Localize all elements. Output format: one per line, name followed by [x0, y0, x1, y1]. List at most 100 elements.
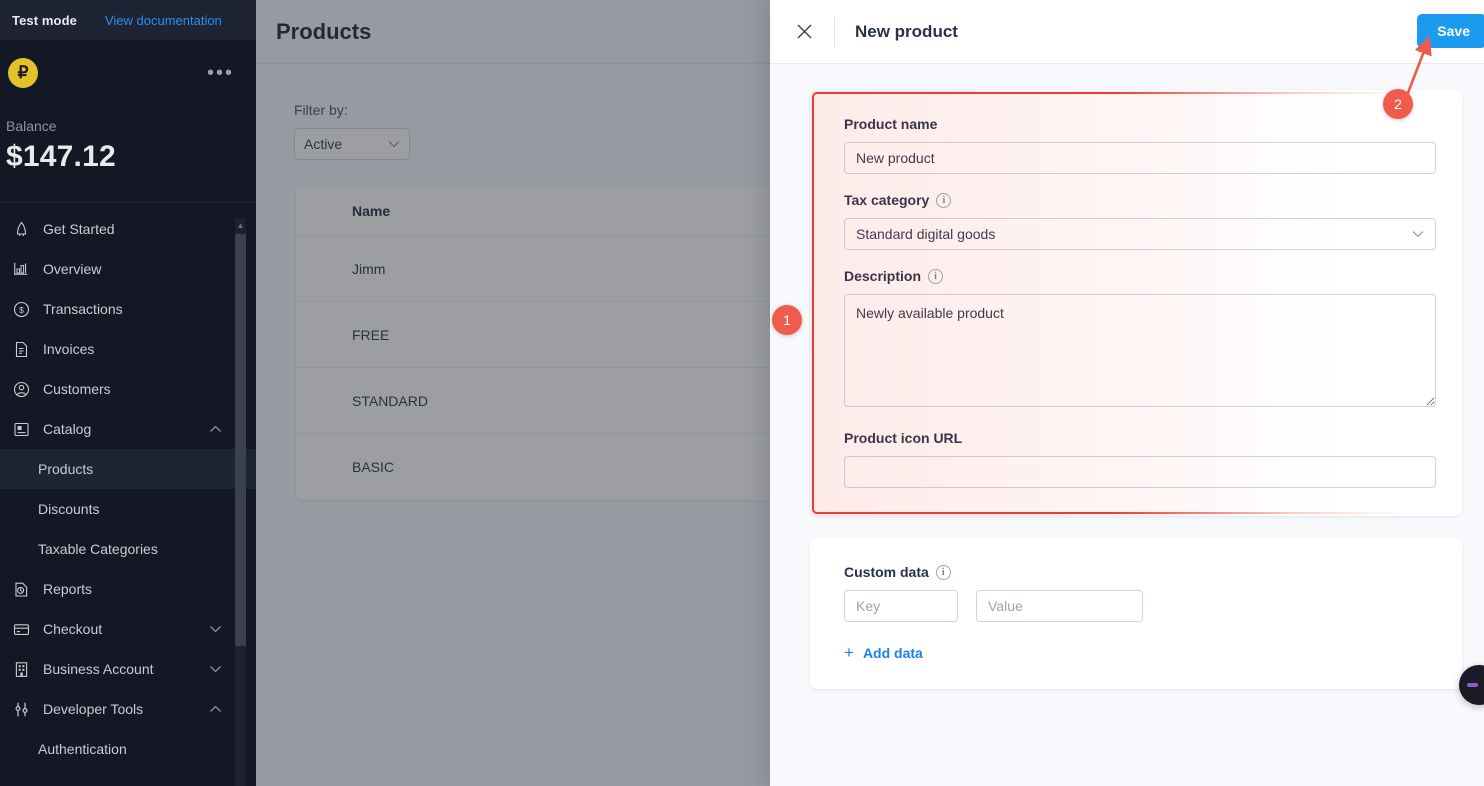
- custom-data-label-row: Custom data i: [844, 564, 1436, 580]
- sidebar-item-reports[interactable]: Reports: [0, 569, 256, 609]
- sidebar-item-discounts[interactable]: Discounts: [0, 489, 256, 529]
- filter-select[interactable]: Active: [294, 128, 410, 160]
- sidebar-item-invoices[interactable]: Invoices: [0, 329, 256, 369]
- cell-name: Jimm: [352, 261, 385, 277]
- sidebar-item-label: Overview: [43, 261, 256, 277]
- description-field: Description i: [844, 268, 1436, 412]
- balance-amount: $147.12: [6, 140, 256, 174]
- sidebar: Test mode View documentation ₽ ••• Balan…: [0, 0, 256, 786]
- sidebar-item-label: Reports: [43, 581, 256, 597]
- plus-icon: +: [844, 644, 854, 661]
- sidebar-item-label: Checkout: [43, 621, 196, 637]
- custom-data-title: Custom data: [844, 564, 929, 580]
- card-icon: [12, 620, 30, 638]
- sidebar-item-label: Developer Tools: [43, 701, 196, 717]
- chevron-up-icon[interactable]: [209, 705, 222, 713]
- cell-name: BASIC: [352, 459, 394, 475]
- cell-name: FREE: [352, 327, 389, 343]
- sidebar-item-catalog[interactable]: Catalog: [0, 409, 256, 449]
- info-icon[interactable]: i: [936, 193, 951, 208]
- sidebar-item-transactions[interactable]: $ Transactions: [0, 289, 256, 329]
- product-form-card: Product name Tax category i Standard dig…: [810, 90, 1462, 516]
- chevron-down-icon[interactable]: [209, 625, 222, 633]
- sidebar-item-label: Authentication: [38, 741, 256, 757]
- catalog-icon: [12, 420, 30, 438]
- add-data-label: Add data: [863, 645, 923, 661]
- product-name-field: Product name: [844, 116, 1436, 174]
- sidebar-item-get-started[interactable]: Get Started: [0, 209, 256, 249]
- balance-block: Balance $147.12: [0, 106, 256, 174]
- column-header-name: Name: [352, 203, 390, 219]
- filter-select-value: Active: [304, 136, 342, 152]
- test-mode-bar: Test mode View documentation: [0, 0, 256, 40]
- custom-data-row: [844, 590, 1436, 622]
- scrollbar-thumb[interactable]: [235, 234, 246, 646]
- product-name-label: Product name: [844, 116, 1436, 132]
- product-icon-url-field: Product icon URL: [844, 430, 1436, 488]
- close-icon[interactable]: [792, 20, 816, 44]
- app-root: Test mode View documentation ₽ ••• Balan…: [0, 0, 1484, 786]
- tax-category-value: Standard digital goods: [856, 226, 995, 242]
- sidebar-item-label: Products: [38, 461, 256, 477]
- product-icon-url-input[interactable]: [844, 456, 1436, 488]
- sidebar-item-overview[interactable]: Overview: [0, 249, 256, 289]
- sidebar-item-customers[interactable]: Customers: [0, 369, 256, 409]
- tax-category-field: Tax category i Standard digital goods: [844, 192, 1436, 250]
- sidebar-item-taxable-categories[interactable]: Taxable Categories: [0, 529, 256, 569]
- balance-label: Balance: [6, 118, 256, 134]
- product-name-input[interactable]: [844, 142, 1436, 174]
- sidebar-item-developer-tools[interactable]: Developer Tools: [0, 689, 256, 729]
- account-logo[interactable]: ₽: [8, 58, 38, 88]
- sidebar-item-label: Customers: [43, 381, 256, 397]
- custom-data-card: Custom data i + Add data: [810, 538, 1462, 689]
- description-label-row: Description i: [844, 268, 1436, 284]
- product-icon-url-label: Product icon URL: [844, 430, 1436, 446]
- cell-name: STANDARD: [352, 393, 428, 409]
- sidebar-item-checkout[interactable]: Checkout: [0, 609, 256, 649]
- custom-data-key-input[interactable]: [844, 590, 958, 622]
- sidebar-item-label: Get Started: [43, 221, 256, 237]
- view-documentation-link[interactable]: View documentation: [105, 13, 222, 28]
- chevron-down-icon: [388, 140, 400, 148]
- info-icon[interactable]: i: [936, 565, 951, 580]
- document-icon: [12, 340, 30, 358]
- sidebar-item-label: Transactions: [43, 301, 256, 317]
- chat-dot: [1467, 683, 1478, 687]
- chevron-down-icon: [1412, 230, 1424, 238]
- sidebar-item-label: Invoices: [43, 341, 256, 357]
- add-data-button[interactable]: + Add data: [844, 644, 1436, 661]
- sidebar-item-products[interactable]: Products: [0, 449, 256, 489]
- info-icon[interactable]: i: [928, 269, 943, 284]
- test-mode-label: Test mode: [12, 13, 77, 28]
- custom-data-value-input[interactable]: [976, 590, 1143, 622]
- bar-chart-icon: [12, 260, 30, 278]
- svg-text:$: $: [19, 305, 24, 315]
- tax-category-label: Tax category: [844, 192, 929, 208]
- sidebar-item-label: Discounts: [38, 501, 256, 517]
- dollar-circle-icon: $: [12, 300, 30, 318]
- brand-row: ₽ •••: [0, 40, 256, 106]
- sliders-icon: [12, 700, 30, 718]
- description-label: Description: [844, 268, 921, 284]
- chevron-down-icon[interactable]: [209, 665, 222, 673]
- description-textarea[interactable]: [844, 294, 1436, 407]
- modal-body: Product name Tax category i Standard dig…: [770, 64, 1484, 689]
- sidebar-item-label: Catalog: [43, 421, 196, 437]
- more-options-icon[interactable]: •••: [207, 69, 234, 77]
- sidebar-item-business-account[interactable]: Business Account: [0, 649, 256, 689]
- modal-title: New product: [855, 22, 958, 42]
- sidebar-item-authentication[interactable]: Authentication: [0, 729, 256, 769]
- report-icon: [12, 580, 30, 598]
- annotation-marker-1: 1: [772, 305, 802, 335]
- rocket-icon: [12, 220, 30, 238]
- sidebar-scrollbar[interactable]: ▲: [235, 218, 246, 786]
- tax-category-label-row: Tax category i: [844, 192, 1436, 208]
- tax-category-select[interactable]: Standard digital goods: [844, 218, 1436, 250]
- scroll-up-arrow-icon[interactable]: ▲: [235, 218, 246, 232]
- sidebar-item-label: Business Account: [43, 661, 196, 677]
- user-circle-icon: [12, 380, 30, 398]
- sidebar-item-label: Taxable Categories: [38, 541, 256, 557]
- page-title: Products: [276, 19, 371, 45]
- header-divider: [834, 17, 835, 47]
- chevron-up-icon[interactable]: [209, 425, 222, 433]
